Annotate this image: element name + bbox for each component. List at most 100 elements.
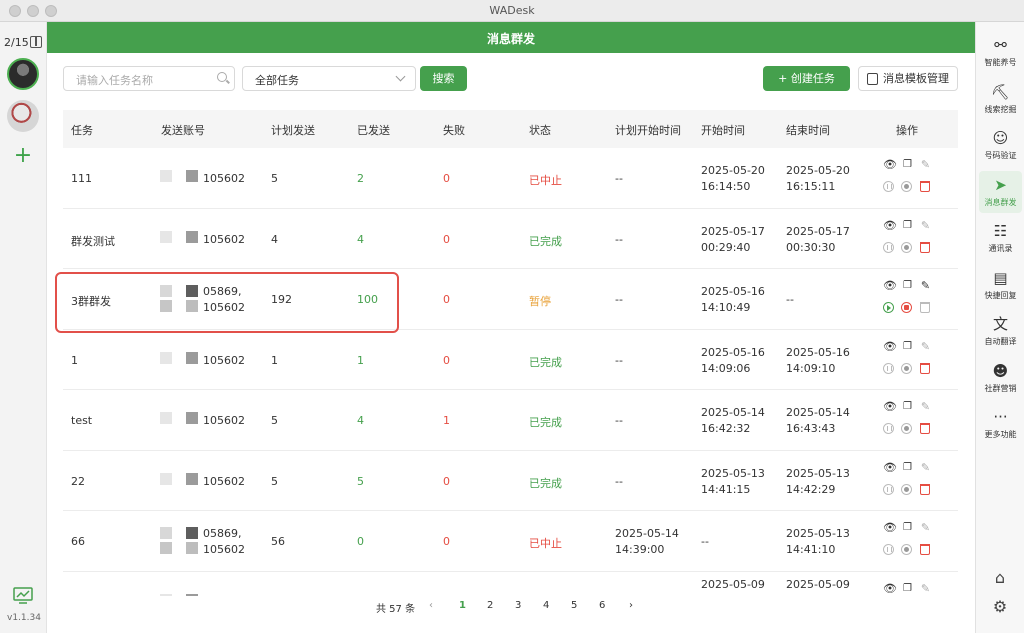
contacts-icon: ☷: [993, 222, 1008, 240]
end-time: 00:30:30: [786, 240, 836, 254]
edit-pencil-icon[interactable]: ✎: [919, 158, 932, 171]
search-button[interactable]: 搜索: [420, 66, 467, 91]
copy-icon[interactable]: ❐: [901, 521, 914, 534]
edit-pencil-icon[interactable]: ✎: [919, 400, 932, 413]
pause-icon[interactable]: [883, 362, 894, 374]
status-badge: 已完成: [529, 234, 562, 248]
edit-pencil-icon[interactable]: ✎: [919, 279, 932, 292]
page-4[interactable]: 4: [543, 600, 549, 611]
send-account-line2: 105602: [203, 543, 245, 556]
stop-icon[interactable]: [901, 181, 912, 192]
template-management-button[interactable]: 消息模板管理: [858, 66, 958, 91]
pause-icon[interactable]: [883, 423, 894, 434]
view-eye-icon[interactable]: 👁: [883, 400, 897, 413]
delete-trash-icon[interactable]: [920, 302, 930, 313]
stop-icon[interactable]: [901, 362, 912, 374]
resume-icon[interactable]: [883, 302, 894, 313]
title-bar: WADesk: [0, 0, 1024, 22]
start-date: 2025-05-17: [701, 224, 765, 238]
task-filter-select[interactable]: 全部任务: [242, 66, 416, 91]
stop-icon[interactable]: [901, 423, 912, 434]
edit-pencil-icon[interactable]: ✎: [919, 219, 932, 232]
edit-pencil-icon[interactable]: ✎: [919, 582, 932, 595]
table-row: 1 105602 1 1 0 已完成 -- 2025-05-16 14:09:06 2025-05…: [63, 329, 958, 390]
status-badge: 已中止: [529, 174, 562, 187]
collapse-sidebar-icon[interactable]: [30, 36, 42, 48]
search-input[interactable]: 请输入任务名称: [63, 66, 235, 91]
settings-gear-icon[interactable]: ⚙: [990, 597, 1010, 617]
pause-icon[interactable]: [883, 544, 894, 555]
copy-icon[interactable]: ❐: [901, 400, 914, 413]
create-task-button[interactable]: + 创建任务: [763, 66, 850, 91]
view-eye-icon[interactable]: 👁: [883, 279, 897, 292]
sidebar-item-label: 通讯录: [988, 244, 1013, 253]
edit-pencil-icon[interactable]: ✎: [919, 461, 932, 474]
copy-icon[interactable]: ❐: [901, 461, 914, 474]
delete-trash-icon[interactable]: [920, 362, 930, 374]
avatar[interactable]: [7, 100, 39, 132]
copy-icon[interactable]: ❐: [901, 582, 914, 595]
sidebar-item[interactable]: ➤ 消息群发: [979, 170, 1022, 213]
page-3[interactable]: 3: [515, 600, 521, 611]
page-6[interactable]: 6: [599, 600, 605, 611]
start-time: 14:41:15: [701, 482, 751, 496]
sidebar-item[interactable]: ⛏ 线索挖掘: [979, 78, 1022, 120]
add-account-button[interactable]: +: [13, 145, 33, 167]
view-eye-icon[interactable]: 👁: [883, 340, 897, 353]
edit-pencil-icon[interactable]: ✎: [919, 521, 932, 534]
start-date: 2025-05-14: [701, 406, 765, 419]
avatar[interactable]: [7, 58, 39, 90]
prev-page-icon[interactable]: ‹: [429, 600, 433, 611]
left-sidebar: 2/15 + v1.1.34: [0, 22, 47, 633]
column-header: 发送账号: [161, 124, 205, 137]
page-1[interactable]: 1: [459, 600, 466, 611]
view-eye-icon[interactable]: 👁: [883, 461, 897, 474]
sidebar-item[interactable]: ☻ 社群营销: [979, 357, 1022, 399]
view-eye-icon[interactable]: 👁: [883, 158, 897, 171]
copy-icon[interactable]: ❐: [901, 279, 914, 292]
search-icon[interactable]: [217, 72, 227, 82]
table-row: test 105602 5 4 1 已完成 -- 2025-05-14 16:42:32 2025…: [63, 390, 958, 451]
pause-icon[interactable]: [883, 483, 894, 495]
column-header: 状态: [529, 124, 551, 137]
copy-icon[interactable]: ❐: [901, 158, 914, 171]
more-icon: ···: [993, 408, 1008, 426]
sidebar-item[interactable]: ☺ 号码验证: [979, 124, 1022, 166]
pause-icon[interactable]: [883, 181, 894, 192]
pause-icon[interactable]: [883, 241, 894, 253]
next-page-icon[interactable]: ›: [629, 600, 633, 611]
page-5[interactable]: 5: [571, 600, 577, 611]
view-eye-icon[interactable]: 👁: [883, 219, 897, 232]
end-date: 2025-05-20: [786, 164, 850, 177]
edit-pencil-icon[interactable]: ✎: [919, 340, 932, 353]
monitor-chart-icon[interactable]: [13, 587, 33, 605]
delete-trash-icon[interactable]: [920, 483, 930, 495]
view-eye-icon[interactable]: 👁: [883, 582, 897, 595]
sidebar-item[interactable]: ▤ 快捷回复: [979, 264, 1022, 306]
paper-plane-icon: ➤: [994, 175, 1007, 194]
view-eye-icon[interactable]: 👁: [883, 521, 897, 534]
copy-icon[interactable]: ❐: [901, 340, 914, 353]
start-date: 2025-05-16: [701, 285, 765, 298]
stop-icon[interactable]: [901, 483, 912, 495]
task-name: test: [71, 414, 93, 427]
planned-count: 1: [271, 353, 278, 367]
delete-trash-icon[interactable]: [920, 423, 930, 434]
store-icon[interactable]: ⌂: [990, 568, 1010, 588]
sidebar-item[interactable]: ⚯ 智能养号: [979, 31, 1022, 73]
sidebar-item[interactable]: ☷ 通讯录: [979, 217, 1022, 259]
sidebar-item[interactable]: 文自动翻译: [979, 310, 1022, 352]
planned-start-date: --: [615, 293, 623, 306]
planned-start-date: --: [615, 414, 623, 427]
delete-trash-icon[interactable]: [920, 241, 930, 253]
stop-icon[interactable]: [901, 241, 912, 253]
stop-icon[interactable]: [901, 544, 912, 555]
delete-trash-icon[interactable]: [920, 544, 930, 555]
delete-trash-icon[interactable]: [920, 181, 930, 192]
copy-icon[interactable]: ❐: [901, 219, 914, 232]
stop-icon[interactable]: [901, 302, 912, 313]
status-badge: 已完成: [529, 355, 562, 369]
sidebar-item[interactable]: ··· 更多功能: [979, 403, 1022, 445]
digger-icon: ⛏: [990, 82, 1011, 101]
page-2[interactable]: 2: [487, 600, 493, 611]
